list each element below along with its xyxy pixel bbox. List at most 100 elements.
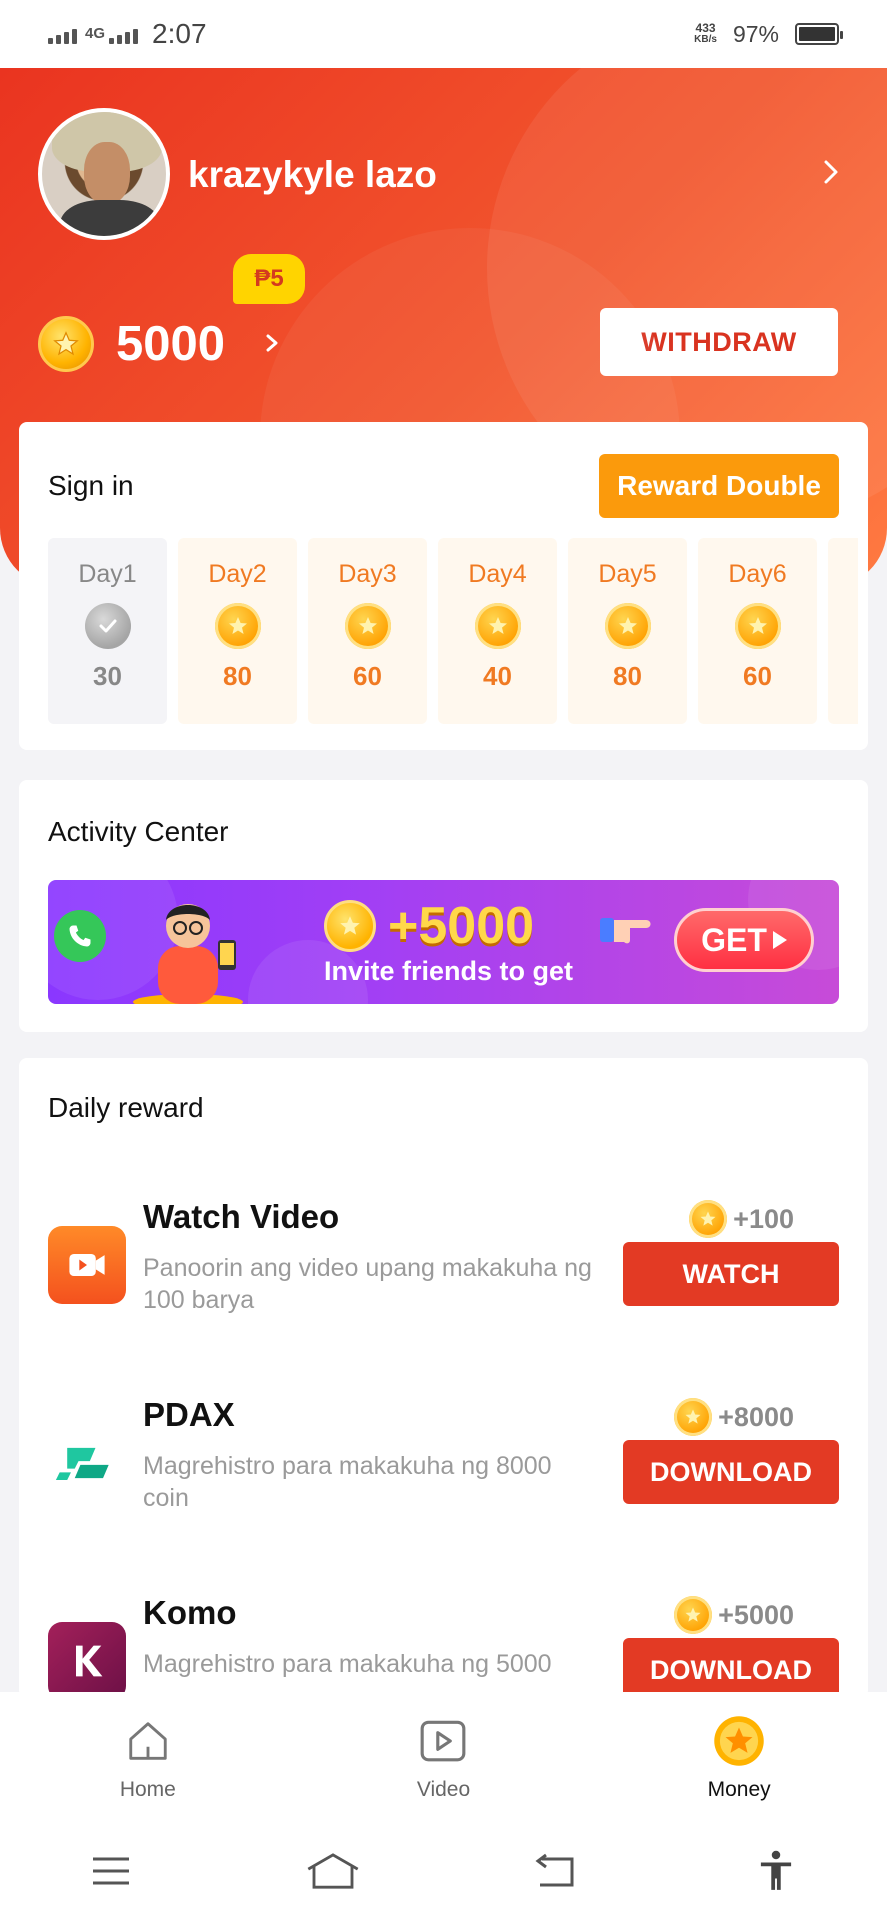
- phone-call-icon: [54, 910, 106, 962]
- video-play-icon: [416, 1714, 470, 1768]
- invite-banner[interactable]: +5000 GET Invite friends to get: [48, 880, 839, 1004]
- day-value: 60: [743, 661, 772, 691]
- coin-icon: [324, 900, 376, 952]
- reward-title: Watch Video: [143, 1198, 340, 1235]
- download-button[interactable]: DOWNLOAD: [623, 1638, 839, 1698]
- bottom-nav: Home Video Money: [0, 1692, 887, 1822]
- home-icon: [121, 1714, 175, 1768]
- day-tile-partial[interactable]: [828, 538, 858, 724]
- play-arrow-icon: [772, 931, 787, 949]
- reward-amount-value: +100: [733, 1203, 794, 1234]
- reward-amount: +8000: [674, 1398, 794, 1436]
- signin-title: Sign in: [48, 470, 134, 501]
- withdraw-button[interactable]: WITHDRAW: [600, 308, 838, 376]
- peso-badge: ₱5: [233, 254, 305, 304]
- day-label: Day6: [728, 560, 787, 588]
- nav-label: Home: [119, 1778, 176, 1801]
- reward-item: Watch Video Panoorin ang video upang mak…: [19, 1178, 868, 1338]
- day-tile[interactable]: Day3 60: [308, 538, 427, 724]
- avatar[interactable]: [38, 108, 170, 240]
- reward-desc: Magrehistro para makakuha ng 5000: [143, 1650, 552, 1678]
- activity-card: Activity Center +5000 GET Invite friends…: [19, 780, 868, 1032]
- menu-icon[interactable]: [81, 1846, 141, 1896]
- day-tile[interactable]: Day5 80: [568, 538, 687, 724]
- star-coin-icon: [344, 603, 391, 649]
- star-coin-icon: [214, 603, 261, 649]
- coin-icon: [38, 316, 94, 372]
- reward-amount: +100: [689, 1200, 794, 1238]
- day-value: 80: [223, 661, 252, 691]
- nav-item-video[interactable]: Video: [343, 1714, 543, 1802]
- nav-item-home[interactable]: Home: [48, 1714, 248, 1802]
- coin-icon: [712, 1714, 766, 1768]
- komo-logo-icon: [48, 1622, 126, 1698]
- day-tile[interactable]: Day6 60: [698, 538, 817, 724]
- day-label: Day1: [78, 560, 137, 588]
- signin-card: Sign in Reward Double Day1 30 Day2 80 Da…: [19, 422, 868, 750]
- star-coin-icon: [734, 603, 781, 649]
- nav-label: Video: [416, 1778, 471, 1801]
- chevron-right-icon[interactable]: [815, 156, 847, 188]
- coin-icon: [689, 1200, 728, 1238]
- day-label: Day2: [208, 560, 267, 588]
- accessibility-icon[interactable]: [746, 1846, 806, 1896]
- day-tile[interactable]: Day4 40: [438, 538, 557, 724]
- day-value: 60: [353, 661, 382, 691]
- speed-value: 433: [695, 21, 716, 35]
- get-button-label: GET: [701, 921, 767, 958]
- day-label: Day4: [468, 560, 527, 588]
- reward-desc: Panoorin ang video upang makakuha ng 100…: [143, 1254, 592, 1314]
- reward-title: PDAX: [143, 1396, 235, 1433]
- reward-amount-value: +5000: [718, 1599, 794, 1630]
- reward-double-button[interactable]: Reward Double: [599, 454, 839, 518]
- video-camera-icon: [48, 1226, 126, 1304]
- person-illustration-icon: [133, 904, 243, 1004]
- signal-icon-2: [109, 24, 139, 44]
- battery-percent: 97%: [732, 20, 779, 47]
- nav-item-money[interactable]: Money: [639, 1714, 839, 1802]
- star-coin-icon: [474, 603, 521, 649]
- signal-icon: [48, 24, 77, 44]
- day-label: Day5: [598, 560, 657, 588]
- reward-item: PDAX Magrehistro para makakuha ng 8000 c…: [19, 1376, 868, 1536]
- coin-balance[interactable]: 5000: [116, 316, 225, 372]
- system-nav: [0, 1822, 887, 1920]
- pdax-logo-icon: [48, 1424, 126, 1502]
- network-speed: 433 KB/s: [694, 22, 717, 46]
- day-label: Day3: [338, 560, 397, 588]
- reward-amount-value: +8000: [718, 1401, 794, 1432]
- get-button[interactable]: GET: [674, 908, 814, 972]
- watch-button[interactable]: WATCH: [623, 1242, 839, 1306]
- download-button[interactable]: DOWNLOAD: [623, 1440, 839, 1504]
- banner-amount: +5000: [388, 897, 535, 955]
- status-bar: 4G 2:07 433 KB/s 97%: [0, 0, 887, 68]
- back-icon[interactable]: [524, 1846, 584, 1896]
- reward-title: Komo: [143, 1594, 237, 1631]
- star-coin-icon: [604, 603, 651, 649]
- username[interactable]: krazykyle lazo: [188, 154, 437, 196]
- day-tile[interactable]: Day2 80: [178, 538, 297, 724]
- check-icon: [84, 603, 131, 649]
- banner-text: Invite friends to get: [324, 956, 574, 986]
- speed-unit: KB/s: [694, 34, 717, 45]
- signin-days: Day1 30 Day2 80 Day3 60 Day4 40 Day5 80 …: [48, 538, 858, 724]
- battery-icon: [795, 23, 843, 45]
- coin-icon: [674, 1596, 713, 1634]
- reward-item: Komo Magrehistro para makakuha ng 5000 +…: [19, 1574, 868, 1698]
- home-system-icon[interactable]: [303, 1846, 363, 1896]
- network-type: 4G: [85, 25, 106, 42]
- daily-reward-title: Daily reward: [48, 1092, 204, 1123]
- day-value: 80: [613, 661, 642, 691]
- coin-icon: [674, 1398, 713, 1436]
- reward-desc: Magrehistro para makakuha ng 8000 coin: [143, 1452, 552, 1512]
- pointing-hand-icon: [600, 918, 651, 944]
- activity-title: Activity Center: [48, 816, 229, 847]
- day-value: 40: [483, 661, 512, 691]
- day-value: 30: [93, 661, 122, 691]
- daily-reward-card: Daily reward Watch Video Panoorin ang vi…: [19, 1058, 868, 1698]
- balance-chevron-icon[interactable]: [260, 328, 284, 358]
- reward-amount: +5000: [674, 1596, 794, 1634]
- clock: 2:07: [152, 18, 207, 49]
- day-tile[interactable]: Day1 30: [48, 538, 167, 724]
- nav-label: Money: [707, 1778, 771, 1801]
